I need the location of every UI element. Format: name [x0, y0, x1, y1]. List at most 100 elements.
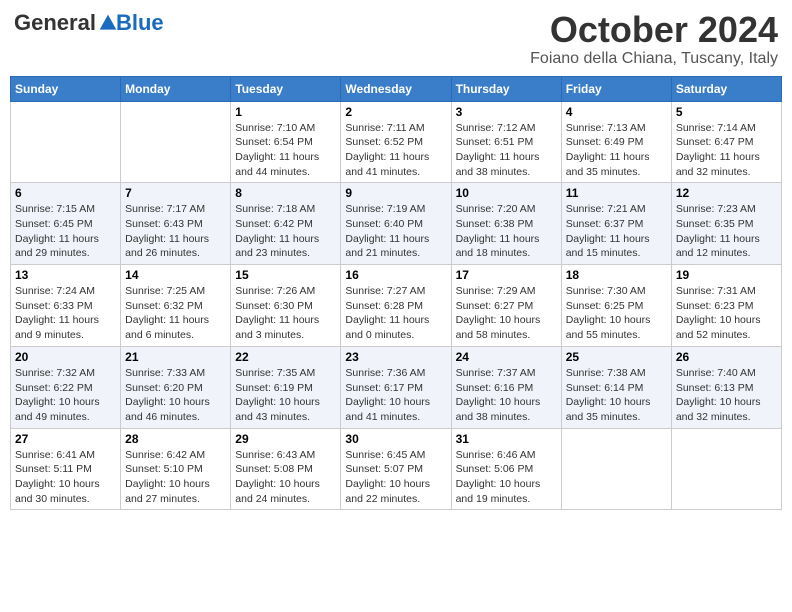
day-number: 17 [456, 268, 557, 282]
calendar-table: SundayMondayTuesdayWednesdayThursdayFrid… [10, 76, 782, 511]
calendar-cell: 4 Sunrise: 7:13 AMSunset: 6:49 PMDaylight… [561, 101, 671, 183]
day-info: Sunrise: 6:41 AMSunset: 5:11 PMDaylight:… [15, 448, 116, 507]
calendar-cell [121, 101, 231, 183]
day-info: Sunrise: 7:31 AMSunset: 6:23 PMDaylight:… [676, 284, 777, 343]
weekday-header-saturday: Saturday [671, 76, 781, 101]
day-number: 7 [125, 186, 226, 200]
day-number: 8 [235, 186, 336, 200]
day-info: Sunrise: 6:45 AMSunset: 5:07 PMDaylight:… [345, 448, 446, 507]
calendar-cell: 5Sunrise: 7:14 AMSunset: 6:47 PMDaylight… [671, 101, 781, 183]
calendar-cell: 2 Sunrise: 7:11 AMSunset: 6:52 PMDaylight… [341, 101, 451, 183]
weekday-header-friday: Friday [561, 76, 671, 101]
calendar-week-2: 6 Sunrise: 7:15 AMSunset: 6:45 PMDaylight… [11, 183, 782, 265]
calendar-cell: 17 Sunrise: 7:29 AMSunset: 6:27 PMDayligh… [451, 265, 561, 347]
weekday-header-sunday: Sunday [11, 76, 121, 101]
calendar-cell: 11 Sunrise: 7:21 AMSunset: 6:37 PMDayligh… [561, 183, 671, 265]
day-number: 26 [676, 350, 777, 364]
day-number: 1 [235, 105, 336, 119]
calendar-week-3: 13Sunrise: 7:24 AMSunset: 6:33 PMDayligh… [11, 265, 782, 347]
logo-general-text: General [14, 10, 96, 36]
weekday-header-wednesday: Wednesday [341, 76, 451, 101]
day-info: Sunrise: 7:14 AMSunset: 6:47 PMDaylight:… [676, 121, 777, 180]
calendar-cell: 9 Sunrise: 7:19 AMSunset: 6:40 PMDaylight… [341, 183, 451, 265]
day-number: 27 [15, 432, 116, 446]
day-number: 30 [345, 432, 446, 446]
calendar-cell: 23Sunrise: 7:36 AMSunset: 6:17 PMDayligh… [341, 346, 451, 428]
day-number: 14 [125, 268, 226, 282]
day-number: 6 [15, 186, 116, 200]
day-info: Sunrise: 7:37 AMSunset: 6:16 PMDaylight:… [456, 366, 557, 425]
day-number: 29 [235, 432, 336, 446]
calendar-cell: 25Sunrise: 7:38 AMSunset: 6:14 PMDayligh… [561, 346, 671, 428]
title-area: October 2024 Foiano della Chiana, Tuscan… [530, 10, 778, 68]
day-info: Sunrise: 6:43 AMSunset: 5:08 PMDaylight:… [235, 448, 336, 507]
calendar-cell: 30 Sunrise: 6:45 AMSunset: 5:07 PMDayligh… [341, 428, 451, 510]
calendar-cell: 28Sunrise: 6:42 AMSunset: 5:10 PMDayligh… [121, 428, 231, 510]
calendar-cell [561, 428, 671, 510]
day-number: 31 [456, 432, 557, 446]
day-number: 9 [345, 186, 446, 200]
calendar-header-row: SundayMondayTuesdayWednesdayThursdayFrid… [11, 76, 782, 101]
calendar-cell: 20Sunrise: 7:32 AMSunset: 6:22 PMDayligh… [11, 346, 121, 428]
calendar-cell [11, 101, 121, 183]
day-info: Sunrise: 7:15 AMSunset: 6:45 PMDaylight:… [15, 202, 116, 261]
calendar-cell: 1 Sunrise: 7:10 AMSunset: 6:54 PMDaylight… [231, 101, 341, 183]
day-number: 2 [345, 105, 446, 119]
day-info: Sunrise: 7:29 AMSunset: 6:27 PMDaylight:… [456, 284, 557, 343]
day-number: 19 [676, 268, 777, 282]
location-title: Foiano della Chiana, Tuscany, Italy [530, 50, 778, 68]
month-title: October 2024 [530, 10, 778, 50]
calendar-cell: 22Sunrise: 7:35 AMSunset: 6:19 PMDayligh… [231, 346, 341, 428]
logo-icon [98, 13, 118, 33]
calendar-cell: 13Sunrise: 7:24 AMSunset: 6:33 PMDayligh… [11, 265, 121, 347]
calendar-cell: 15 Sunrise: 7:26 AMSunset: 6:30 PMDayligh… [231, 265, 341, 347]
calendar-cell: 21Sunrise: 7:33 AMSunset: 6:20 PMDayligh… [121, 346, 231, 428]
calendar-cell: 27 Sunrise: 6:41 AMSunset: 5:11 PMDayligh… [11, 428, 121, 510]
calendar-cell: 26Sunrise: 7:40 AMSunset: 6:13 PMDayligh… [671, 346, 781, 428]
calendar-cell: 18 Sunrise: 7:30 AMSunset: 6:25 PMDayligh… [561, 265, 671, 347]
calendar-cell: 3Sunrise: 7:12 AMSunset: 6:51 PMDaylight… [451, 101, 561, 183]
day-info: Sunrise: 7:26 AMSunset: 6:30 PMDaylight:… [235, 284, 336, 343]
day-info: Sunrise: 6:42 AMSunset: 5:10 PMDaylight:… [125, 448, 226, 507]
calendar-cell: 12 Sunrise: 7:23 AMSunset: 6:35 PMDayligh… [671, 183, 781, 265]
day-number: 11 [566, 186, 667, 200]
calendar-cell: 14 Sunrise: 7:25 AMSunset: 6:32 PMDayligh… [121, 265, 231, 347]
day-number: 24 [456, 350, 557, 364]
day-info: Sunrise: 7:10 AMSunset: 6:54 PMDaylight:… [235, 121, 336, 180]
day-number: 15 [235, 268, 336, 282]
day-info: Sunrise: 7:20 AMSunset: 6:38 PMDaylight:… [456, 202, 557, 261]
calendar-week-4: 20Sunrise: 7:32 AMSunset: 6:22 PMDayligh… [11, 346, 782, 428]
day-number: 12 [676, 186, 777, 200]
calendar-cell: 16Sunrise: 7:27 AMSunset: 6:28 PMDayligh… [341, 265, 451, 347]
calendar-week-1: 1 Sunrise: 7:10 AMSunset: 6:54 PMDaylight… [11, 101, 782, 183]
day-info: Sunrise: 7:30 AMSunset: 6:25 PMDaylight:… [566, 284, 667, 343]
day-number: 10 [456, 186, 557, 200]
day-number: 13 [15, 268, 116, 282]
calendar-cell: 24 Sunrise: 7:37 AMSunset: 6:16 PMDayligh… [451, 346, 561, 428]
calendar-week-5: 27 Sunrise: 6:41 AMSunset: 5:11 PMDayligh… [11, 428, 782, 510]
calendar-cell: 31Sunrise: 6:46 AMSunset: 5:06 PMDayligh… [451, 428, 561, 510]
day-info: Sunrise: 7:32 AMSunset: 6:22 PMDaylight:… [15, 366, 116, 425]
calendar-cell: 29 Sunrise: 6:43 AMSunset: 5:08 PMDayligh… [231, 428, 341, 510]
day-info: Sunrise: 7:12 AMSunset: 6:51 PMDaylight:… [456, 121, 557, 180]
day-info: Sunrise: 7:19 AMSunset: 6:40 PMDaylight:… [345, 202, 446, 261]
day-number: 4 [566, 105, 667, 119]
day-info: Sunrise: 7:35 AMSunset: 6:19 PMDaylight:… [235, 366, 336, 425]
day-number: 18 [566, 268, 667, 282]
calendar-cell [671, 428, 781, 510]
calendar-cell: 6 Sunrise: 7:15 AMSunset: 6:45 PMDaylight… [11, 183, 121, 265]
day-info: Sunrise: 7:23 AMSunset: 6:35 PMDaylight:… [676, 202, 777, 261]
day-info: Sunrise: 7:25 AMSunset: 6:32 PMDaylight:… [125, 284, 226, 343]
logo-blue-text: Blue [116, 10, 164, 36]
day-info: Sunrise: 7:11 AMSunset: 6:52 PMDaylight:… [345, 121, 446, 180]
day-number: 16 [345, 268, 446, 282]
day-info: Sunrise: 7:13 AMSunset: 6:49 PMDaylight:… [566, 121, 667, 180]
calendar-cell: 8 Sunrise: 7:18 AMSunset: 6:42 PMDaylight… [231, 183, 341, 265]
day-number: 23 [345, 350, 446, 364]
calendar-cell: 10 Sunrise: 7:20 AMSunset: 6:38 PMDayligh… [451, 183, 561, 265]
day-info: Sunrise: 7:18 AMSunset: 6:42 PMDaylight:… [235, 202, 336, 261]
weekday-header-monday: Monday [121, 76, 231, 101]
day-info: Sunrise: 7:21 AMSunset: 6:37 PMDaylight:… [566, 202, 667, 261]
day-info: Sunrise: 7:33 AMSunset: 6:20 PMDaylight:… [125, 366, 226, 425]
weekday-header-thursday: Thursday [451, 76, 561, 101]
